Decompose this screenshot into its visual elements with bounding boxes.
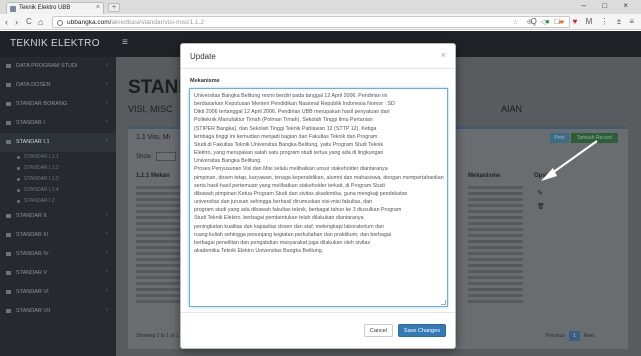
annotation-arrow-icon xyxy=(541,140,598,181)
